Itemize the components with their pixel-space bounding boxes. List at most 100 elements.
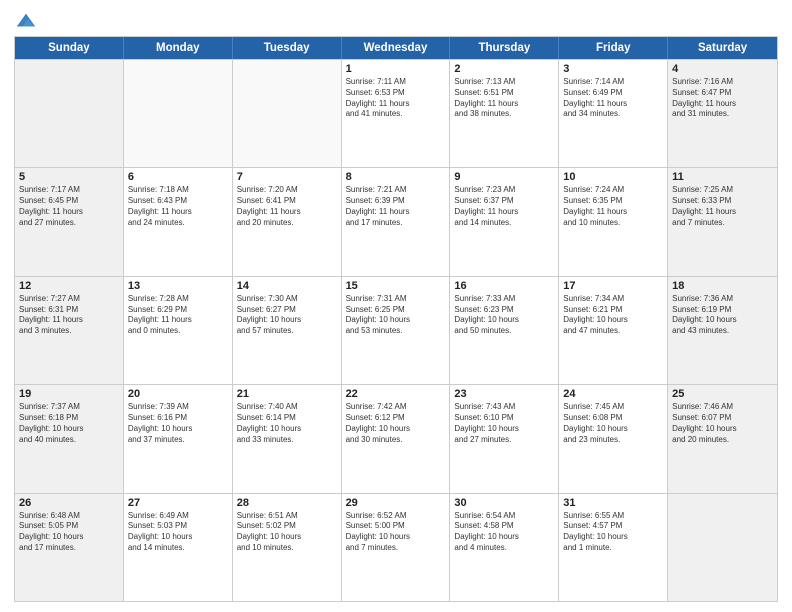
day-info: Sunrise: 7:24 AM Sunset: 6:35 PM Dayligh… — [563, 185, 663, 228]
day-info: Sunrise: 7:40 AM Sunset: 6:14 PM Dayligh… — [237, 402, 337, 445]
cal-cell: 19 Sunrise: 7:37 AM Sunset: 6:18 PM Dayli… — [15, 385, 124, 492]
cal-cell: 5 Sunrise: 7:17 AM Sunset: 6:45 PM Daylig… — [15, 168, 124, 275]
cal-cell: 4Sunrise: 7:16 AM Sunset: 6:47 PM Daylig… — [668, 60, 777, 167]
cal-cell: 2 Sunrise: 7:13 AM Sunset: 6:51 PM Daylig… — [450, 60, 559, 167]
day-number: 16 — [454, 280, 554, 292]
day-info: Sunrise: 7:25 AM Sunset: 6:33 PM Dayligh… — [672, 185, 773, 228]
cal-cell: 26 Sunrise: 6:48 AM Sunset: 5:05 PM Dayli… — [15, 494, 124, 601]
cal-header-saturday: Saturday — [668, 37, 777, 59]
cal-cell: 13 Sunrise: 7:28 AM Sunset: 6:29 PM Dayli… — [124, 277, 233, 384]
day-info: Sunrise: 7:16 AM Sunset: 6:47 PM Dayligh… — [672, 77, 773, 120]
day-number: 25 — [672, 388, 773, 400]
day-number: 26 — [19, 497, 119, 509]
day-number: 21 — [237, 388, 337, 400]
day-info: Sunrise: 7:11 AM Sunset: 6:53 PM Dayligh… — [346, 77, 446, 120]
cal-week-3: 19 Sunrise: 7:37 AM Sunset: 6:18 PM Dayli… — [15, 384, 777, 492]
cal-cell: 20 Sunrise: 7:39 AM Sunset: 6:16 PM Dayli… — [124, 385, 233, 492]
day-info: Sunrise: 7:14 AM Sunset: 6:49 PM Dayligh… — [563, 77, 663, 120]
day-number: 23 — [454, 388, 554, 400]
day-info: Sunrise: 6:55 AM Sunset: 4:57 PM Dayligh… — [563, 511, 663, 554]
day-info: Sunrise: 7:34 AM Sunset: 6:21 PM Dayligh… — [563, 294, 663, 337]
cal-cell — [15, 60, 124, 167]
day-info: Sunrise: 7:33 AM Sunset: 6:23 PM Dayligh… — [454, 294, 554, 337]
cal-week-4: 26 Sunrise: 6:48 AM Sunset: 5:05 PM Dayli… — [15, 493, 777, 601]
day-number: 3 — [563, 63, 663, 75]
cal-cell: 14 Sunrise: 7:30 AM Sunset: 6:27 PM Dayli… — [233, 277, 342, 384]
day-number: 12 — [19, 280, 119, 292]
cal-cell: 31 Sunrise: 6:55 AM Sunset: 4:57 PM Dayli… — [559, 494, 668, 601]
header — [14, 10, 778, 30]
logo — [14, 10, 37, 30]
day-info: Sunrise: 7:27 AM Sunset: 6:31 PM Dayligh… — [19, 294, 119, 337]
day-number: 6 — [128, 171, 228, 183]
cal-cell: 11 Sunrise: 7:25 AM Sunset: 6:33 PM Dayli… — [668, 168, 777, 275]
cal-header-tuesday: Tuesday — [233, 37, 342, 59]
cal-cell: 28Sunrise: 6:51 AM Sunset: 5:02 PM Dayli… — [233, 494, 342, 601]
day-number: 8 — [346, 171, 446, 183]
day-number: 7 — [237, 171, 337, 183]
cal-cell: 1 Sunrise: 7:11 AM Sunset: 6:53 PM Daylig… — [342, 60, 451, 167]
day-info: Sunrise: 7:28 AM Sunset: 6:29 PM Dayligh… — [128, 294, 228, 337]
day-number: 5 — [19, 171, 119, 183]
cal-cell: 27Sunrise: 6:49 AM Sunset: 5:03 PM Dayli… — [124, 494, 233, 601]
day-number: 22 — [346, 388, 446, 400]
day-info: Sunrise: 7:18 AM Sunset: 6:43 PM Dayligh… — [128, 185, 228, 228]
day-number: 17 — [563, 280, 663, 292]
day-number: 29 — [346, 497, 446, 509]
day-info: Sunrise: 7:30 AM Sunset: 6:27 PM Dayligh… — [237, 294, 337, 337]
cal-cell: 8 Sunrise: 7:21 AM Sunset: 6:39 PM Daylig… — [342, 168, 451, 275]
cal-cell — [124, 60, 233, 167]
page: SundayMondayTuesdayWednesdayThursdayFrid… — [0, 0, 792, 612]
day-info: Sunrise: 7:13 AM Sunset: 6:51 PM Dayligh… — [454, 77, 554, 120]
day-number: 15 — [346, 280, 446, 292]
cal-cell: 30 Sunrise: 6:54 AM Sunset: 4:58 PM Dayli… — [450, 494, 559, 601]
day-number: 1 — [346, 63, 446, 75]
day-info: Sunrise: 7:43 AM Sunset: 6:10 PM Dayligh… — [454, 402, 554, 445]
day-info: Sunrise: 7:20 AM Sunset: 6:41 PM Dayligh… — [237, 185, 337, 228]
day-info: Sunrise: 6:51 AM Sunset: 5:02 PM Dayligh… — [237, 511, 337, 554]
cal-header-thursday: Thursday — [450, 37, 559, 59]
day-number: 11 — [672, 171, 773, 183]
logo-icon — [15, 10, 37, 32]
cal-cell: 25 Sunrise: 7:46 AM Sunset: 6:07 PM Dayli… — [668, 385, 777, 492]
day-info: Sunrise: 7:45 AM Sunset: 6:08 PM Dayligh… — [563, 402, 663, 445]
day-info: Sunrise: 6:49 AM Sunset: 5:03 PM Dayligh… — [128, 511, 228, 554]
cal-cell: 21 Sunrise: 7:40 AM Sunset: 6:14 PM Dayli… — [233, 385, 342, 492]
cal-header-wednesday: Wednesday — [342, 37, 451, 59]
day-number: 14 — [237, 280, 337, 292]
cal-header-monday: Monday — [124, 37, 233, 59]
cal-cell: 6 Sunrise: 7:18 AM Sunset: 6:43 PM Daylig… — [124, 168, 233, 275]
day-info: Sunrise: 6:48 AM Sunset: 5:05 PM Dayligh… — [19, 511, 119, 554]
cal-cell: 22 Sunrise: 7:42 AM Sunset: 6:12 PM Dayli… — [342, 385, 451, 492]
cal-header-sunday: Sunday — [15, 37, 124, 59]
cal-cell: 29 Sunrise: 6:52 AM Sunset: 5:00 PM Dayli… — [342, 494, 451, 601]
cal-cell: 23 Sunrise: 7:43 AM Sunset: 6:10 PM Dayli… — [450, 385, 559, 492]
day-number: 2 — [454, 63, 554, 75]
cal-cell: 3 Sunrise: 7:14 AM Sunset: 6:49 PM Daylig… — [559, 60, 668, 167]
day-info: Sunrise: 7:37 AM Sunset: 6:18 PM Dayligh… — [19, 402, 119, 445]
cal-cell: 9Sunrise: 7:23 AM Sunset: 6:37 PM Daylig… — [450, 168, 559, 275]
cal-week-1: 5 Sunrise: 7:17 AM Sunset: 6:45 PM Daylig… — [15, 167, 777, 275]
cal-cell: 7 Sunrise: 7:20 AM Sunset: 6:41 PM Daylig… — [233, 168, 342, 275]
calendar: SundayMondayTuesdayWednesdayThursdayFrid… — [14, 36, 778, 602]
day-number: 31 — [563, 497, 663, 509]
cal-header-friday: Friday — [559, 37, 668, 59]
day-number: 19 — [19, 388, 119, 400]
day-info: Sunrise: 7:42 AM Sunset: 6:12 PM Dayligh… — [346, 402, 446, 445]
day-number: 10 — [563, 171, 663, 183]
day-number: 13 — [128, 280, 228, 292]
cal-cell: 18Sunrise: 7:36 AM Sunset: 6:19 PM Dayli… — [668, 277, 777, 384]
day-number: 20 — [128, 388, 228, 400]
day-number: 30 — [454, 497, 554, 509]
day-info: Sunrise: 6:52 AM Sunset: 5:00 PM Dayligh… — [346, 511, 446, 554]
calendar-header: SundayMondayTuesdayWednesdayThursdayFrid… — [15, 37, 777, 59]
cal-cell: 10 Sunrise: 7:24 AM Sunset: 6:35 PM Dayli… — [559, 168, 668, 275]
day-info: Sunrise: 7:17 AM Sunset: 6:45 PM Dayligh… — [19, 185, 119, 228]
cal-week-0: 1 Sunrise: 7:11 AM Sunset: 6:53 PM Daylig… — [15, 59, 777, 167]
day-info: Sunrise: 7:39 AM Sunset: 6:16 PM Dayligh… — [128, 402, 228, 445]
calendar-body: 1 Sunrise: 7:11 AM Sunset: 6:53 PM Daylig… — [15, 59, 777, 601]
day-info: Sunrise: 6:54 AM Sunset: 4:58 PM Dayligh… — [454, 511, 554, 554]
day-info: Sunrise: 7:23 AM Sunset: 6:37 PM Dayligh… — [454, 185, 554, 228]
day-info: Sunrise: 7:21 AM Sunset: 6:39 PM Dayligh… — [346, 185, 446, 228]
day-info: Sunrise: 7:46 AM Sunset: 6:07 PM Dayligh… — [672, 402, 773, 445]
